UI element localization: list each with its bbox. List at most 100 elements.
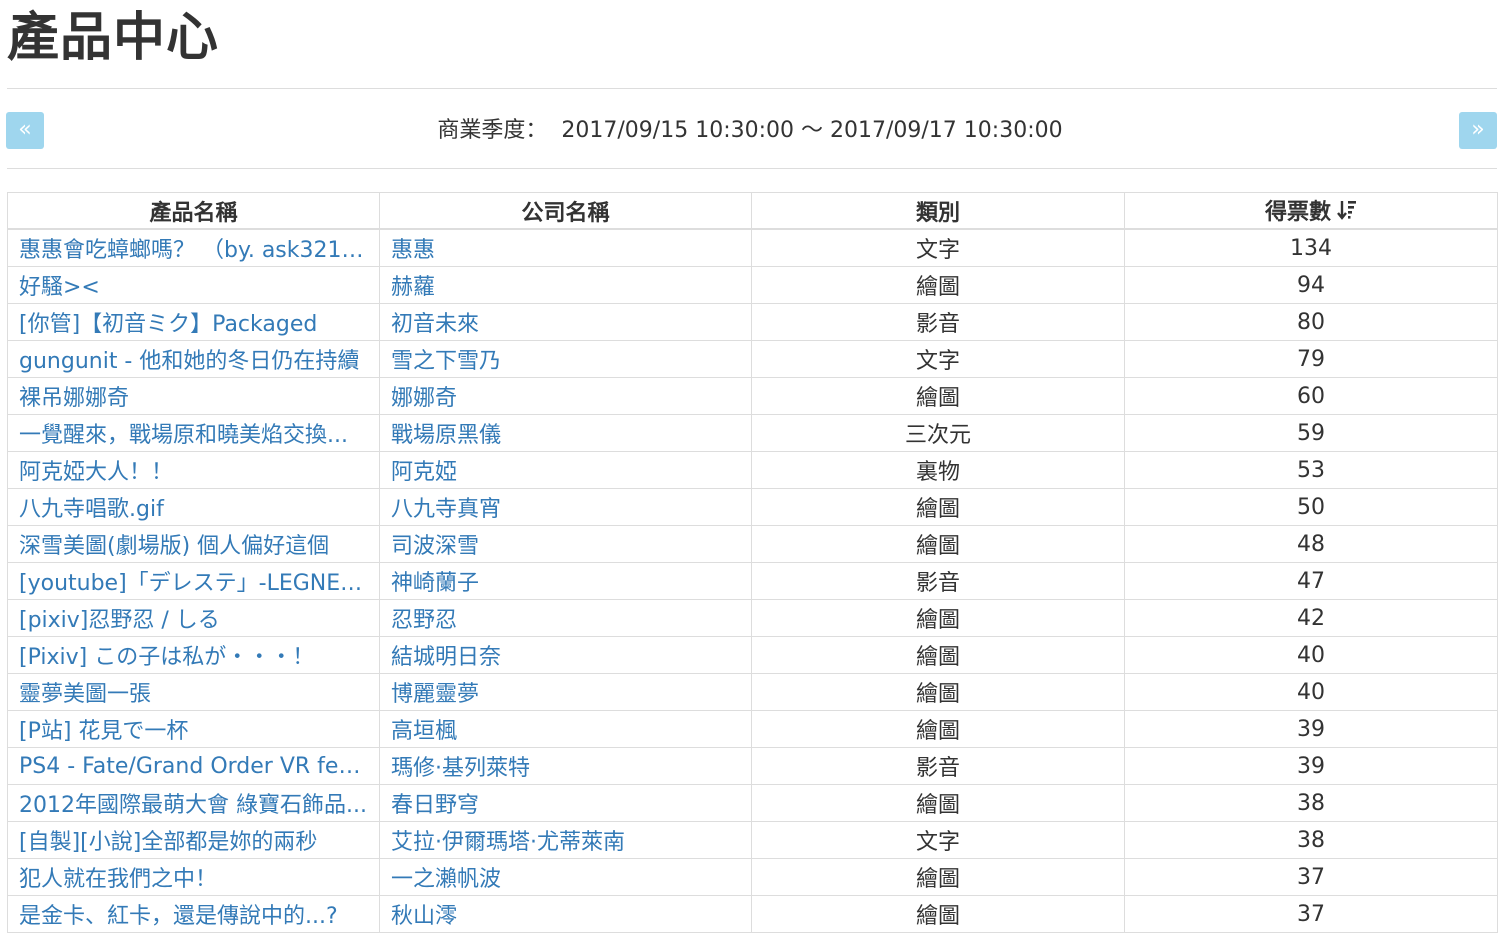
category-cell: 繪圖 [751, 710, 1125, 748]
category-cell: 影音 [751, 562, 1125, 600]
category-cell: 裏物 [751, 451, 1125, 489]
company-name-link[interactable]: 八九寺真宵 [379, 488, 752, 526]
votes-header-label: 得票數 [1264, 200, 1331, 225]
table-row: [自製][小說]全部都是妳的兩秒 艾拉·伊爾瑪塔·尤蒂萊南 文字 38 [7, 821, 1498, 859]
column-header-category[interactable]: 類別 [751, 192, 1125, 230]
company-name-link[interactable]: 艾拉·伊爾瑪塔·尤蒂萊南 [379, 821, 752, 859]
table-body: 惠惠會吃蟑螂嗎？ （by. ask3210... 惠惠 文字 134 好騷>< 赫蘿 繪圖 9… [7, 228, 1498, 933]
product-name-link[interactable]: 阿克婭大人！！ [7, 451, 380, 489]
table-row: [pixiv]忍野忍 / しる 忍野忍 繪圖 42 [7, 599, 1498, 637]
table-row: [Pixiv] この子は私が・・・！ 結城明日奈 繪圖 40 [7, 636, 1498, 674]
votes-cell: 37 [1124, 895, 1498, 933]
table-row: 一覺醒來，戰場原和曉美焰交換... 戰場原黑儀 三次元 59 [7, 414, 1498, 452]
table-row: 阿克婭大人！！ 阿克婭 裏物 53 [7, 451, 1498, 489]
company-name-link[interactable]: 娜娜奇 [379, 377, 752, 415]
category-cell: 繪圖 [751, 895, 1125, 933]
company-name-link[interactable]: 雪之下雪乃 [379, 340, 752, 378]
company-name-link[interactable]: 高垣楓 [379, 710, 752, 748]
company-name-link[interactable]: 赫蘿 [379, 266, 752, 304]
product-name-link[interactable]: 是金卡、紅卡，還是傳說中的...? [7, 895, 380, 933]
category-cell: 繪圖 [751, 636, 1125, 674]
table-row: 靈夢美圖一張 博麗靈夢 繪圖 40 [7, 673, 1498, 711]
votes-cell: 39 [1124, 710, 1498, 748]
product-name-link[interactable]: [Pixiv] この子は私が・・・！ [7, 636, 380, 674]
product-table: 產品名稱 公司名稱 類別 得票數 惠惠會吃蟑螂嗎？ （by. ask3210..… [7, 192, 1498, 933]
company-name-link[interactable]: 戰場原黑儀 [379, 414, 752, 452]
product-name-link[interactable]: 裸吊娜娜奇 [7, 377, 380, 415]
product-name-link[interactable]: 2012年國際最萌大會 綠寶石飾品... [7, 784, 380, 822]
votes-cell: 38 [1124, 784, 1498, 822]
votes-cell: 59 [1124, 414, 1498, 452]
product-name-link[interactable]: [自製][小說]全部都是妳的兩秒 [7, 821, 380, 859]
company-name-link[interactable]: 忍野忍 [379, 599, 752, 637]
votes-cell: 40 [1124, 673, 1498, 711]
season-range: 商業季度： 2017/09/15 10:30:00 ～ 2017/09/17 10… [0, 112, 1500, 149]
category-cell: 繪圖 [751, 377, 1125, 415]
company-name-link[interactable]: 瑪修·基列萊特 [379, 747, 752, 785]
category-cell: 文字 [751, 228, 1125, 267]
votes-cell: 50 [1124, 488, 1498, 526]
votes-cell: 38 [1124, 821, 1498, 859]
company-name-link[interactable]: 阿克婭 [379, 451, 752, 489]
table-row: 裸吊娜娜奇 娜娜奇 繪圖 60 [7, 377, 1498, 415]
company-name-link[interactable]: 一之瀨帆波 [379, 858, 752, 896]
votes-cell: 42 [1124, 599, 1498, 637]
product-name-link[interactable]: [P站] 花見で一杯 [7, 710, 380, 748]
title-divider [7, 88, 1497, 89]
table-row: 犯人就在我們之中！ 一之瀨帆波 繪圖 37 [7, 858, 1498, 896]
table-row: 好騷>< 赫蘿 繪圖 94 [7, 266, 1498, 304]
column-header-product-name[interactable]: 產品名稱 [7, 192, 380, 230]
column-header-votes[interactable]: 得票數 [1124, 192, 1498, 230]
product-name-link[interactable]: 好騷>< [7, 266, 380, 304]
product-name-link[interactable]: PS4 - Fate/Grand Order VR feat.... [7, 747, 380, 785]
table-row: 2012年國際最萌大會 綠寶石飾品... 春日野穹 繪圖 38 [7, 784, 1498, 822]
table-row: 八九寺唱歌.gif 八九寺真宵 繪圖 50 [7, 488, 1498, 526]
company-name-link[interactable]: 秋山澪 [379, 895, 752, 933]
company-name-link[interactable]: 神崎蘭子 [379, 562, 752, 600]
votes-cell: 94 [1124, 266, 1498, 304]
product-name-link[interactable]: 靈夢美圖一張 [7, 673, 380, 711]
category-cell: 繪圖 [751, 525, 1125, 563]
company-name-link[interactable]: 結城明日奈 [379, 636, 752, 674]
company-name-link[interactable]: 惠惠 [379, 228, 752, 267]
category-cell: 文字 [751, 340, 1125, 378]
season-divider [7, 168, 1497, 169]
season-label: 商業季度： [437, 118, 548, 143]
votes-cell: 48 [1124, 525, 1498, 563]
company-name-link[interactable]: 司波深雪 [379, 525, 752, 563]
category-cell: 繪圖 [751, 858, 1125, 896]
votes-cell: 53 [1124, 451, 1498, 489]
previous-season-button[interactable]: « [6, 112, 44, 149]
company-name-link[interactable]: 春日野穹 [379, 784, 752, 822]
votes-cell: 47 [1124, 562, 1498, 600]
product-name-link[interactable]: 惠惠會吃蟑螂嗎？ （by. ask3210... [7, 228, 380, 267]
next-season-button[interactable]: » [1459, 112, 1497, 149]
category-cell: 繪圖 [751, 266, 1125, 304]
sort-amount-desc-icon[interactable] [1337, 199, 1357, 227]
table-row: 深雪美圖(劇場版) 個人偏好這個 司波深雪 繪圖 48 [7, 525, 1498, 563]
table-row: 是金卡、紅卡，還是傳說中的...? 秋山澪 繪圖 37 [7, 895, 1498, 933]
product-name-link[interactable]: [你管]【初音ミク】Packaged [7, 303, 380, 341]
product-name-link[interactable]: 一覺醒來，戰場原和曉美焰交換... [7, 414, 380, 452]
product-name-link[interactable]: 犯人就在我們之中！ [7, 858, 380, 896]
votes-cell: 79 [1124, 340, 1498, 378]
product-name-link[interactable]: gungunit - 他和她的冬日仍在持續 [7, 340, 380, 378]
product-name-link[interactable]: 深雪美圖(劇場版) 個人偏好這個 [7, 525, 380, 563]
votes-cell: 40 [1124, 636, 1498, 674]
company-name-link[interactable]: 初音未來 [379, 303, 752, 341]
category-cell: 繪圖 [751, 488, 1125, 526]
product-name-link[interactable]: [pixiv]忍野忍 / しる [7, 599, 380, 637]
table-row: [P站] 花見で一杯 高垣楓 繪圖 39 [7, 710, 1498, 748]
company-name-link[interactable]: 博麗靈夢 [379, 673, 752, 711]
category-cell: 繪圖 [751, 673, 1125, 711]
category-cell: 繪圖 [751, 599, 1125, 637]
table-row: 惠惠會吃蟑螂嗎？ （by. ask3210... 惠惠 文字 134 [7, 228, 1498, 267]
category-cell: 文字 [751, 821, 1125, 859]
table-header-row: 產品名稱 公司名稱 類別 得票數 [7, 192, 1498, 230]
product-name-link[interactable]: [youtube]「デレステ」-LEGNE- ... [7, 562, 380, 600]
category-cell: 三次元 [751, 414, 1125, 452]
product-name-link[interactable]: 八九寺唱歌.gif [7, 488, 380, 526]
table-row: gungunit - 他和她的冬日仍在持續 雪之下雪乃 文字 79 [7, 340, 1498, 378]
season-date-range: 2017/09/15 10:30:00 ～ 2017/09/17 10:30:0… [561, 118, 1063, 143]
column-header-company-name[interactable]: 公司名稱 [379, 192, 752, 230]
